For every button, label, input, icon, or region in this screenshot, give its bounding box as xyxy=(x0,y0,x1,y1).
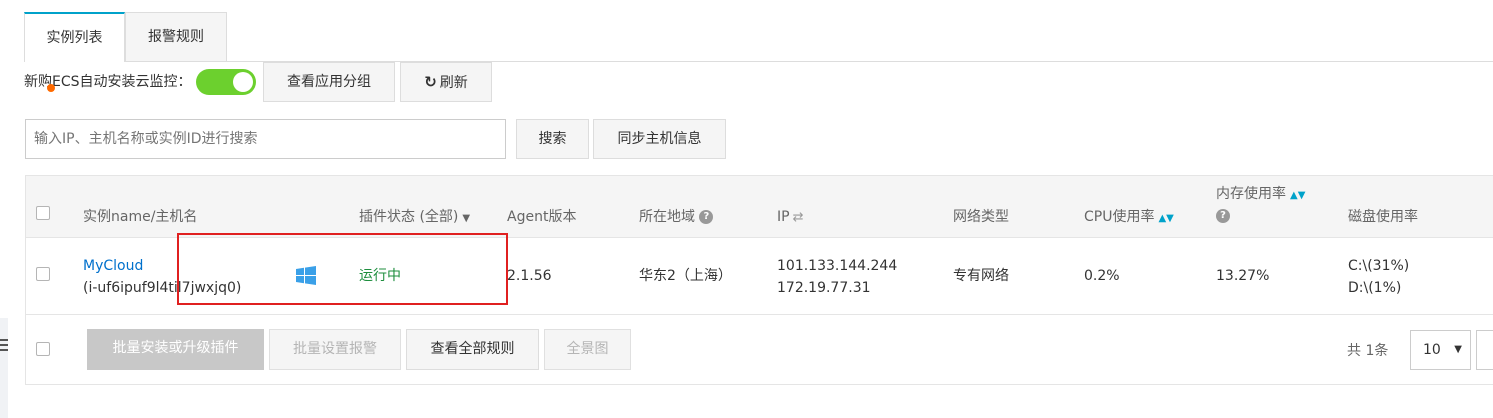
caret-down-icon: ▼ xyxy=(1454,344,1462,355)
row-divider xyxy=(26,314,1493,315)
new-badge-dot xyxy=(47,84,55,92)
tab-instance-list[interactable]: 实例列表 xyxy=(24,12,125,62)
total-count: 共 1条 xyxy=(1347,343,1389,359)
agent-version-value: 2.1.56 xyxy=(507,268,552,284)
disk-d: D:\(1%) xyxy=(1348,280,1402,296)
page-size-value: 10 xyxy=(1423,342,1441,358)
search-button[interactable]: 搜索 xyxy=(516,119,589,159)
pagination-next[interactable] xyxy=(1476,330,1493,370)
header-ip-label: IP xyxy=(777,209,790,225)
header-name: 实例name/主机名 xyxy=(83,209,198,225)
header-cpu-label: CPU使用率 xyxy=(1084,209,1155,225)
header-disk: 磁盘使用率 xyxy=(1348,209,1418,225)
highlight-box xyxy=(177,233,508,305)
header-agent-version: Agent版本 xyxy=(507,209,577,225)
header-region: 所在地域 ? xyxy=(639,208,714,226)
tab-bar-divider xyxy=(24,61,1493,62)
network-type-value: 专有网络 xyxy=(953,268,1009,284)
view-app-group-button[interactable]: 查看应用分组 xyxy=(263,62,395,102)
cpu-value: 0.2% xyxy=(1084,268,1120,284)
ip-cell: 101.133.144.244 172.19.77.31 xyxy=(777,255,897,299)
exchange-icon[interactable]: ⇄ xyxy=(793,210,804,225)
region-value: 华东2（上海） xyxy=(639,268,732,284)
caret-down-icon: ▼ xyxy=(462,213,471,224)
left-edge-panel xyxy=(0,318,8,418)
view-all-rules-button[interactable]: 查看全部规则 xyxy=(406,329,539,370)
search-input[interactable] xyxy=(25,119,506,159)
header-plugin-status-label: 插件状态 (全部) xyxy=(359,209,459,225)
select-all-checkbox[interactable] xyxy=(36,206,50,220)
header-plugin-status[interactable]: 插件状态 (全部) ▼ xyxy=(359,208,470,228)
sync-host-info-button[interactable]: 同步主机信息 xyxy=(593,119,726,159)
disk-cell: C:\(31%) D:\(1%) xyxy=(1348,255,1409,299)
header-cpu[interactable]: CPU使用率 ▲▼ xyxy=(1084,208,1174,228)
ip-private: 172.19.77.31 xyxy=(777,280,871,296)
sort-icon[interactable]: ▲▼ xyxy=(1290,190,1305,201)
header-memory-label: 内存使用率 xyxy=(1216,186,1286,202)
help-icon[interactable]: ? xyxy=(699,210,714,224)
batch-install-button[interactable]: 批量安装或升级插件 xyxy=(87,329,264,370)
header-network-type: 网络类型 xyxy=(953,209,1009,225)
refresh-button[interactable]: ↻ 刷新 xyxy=(400,62,492,102)
menu-icon[interactable] xyxy=(0,339,8,354)
row-checkbox[interactable] xyxy=(36,267,50,281)
help-icon[interactable]: ? xyxy=(1216,209,1230,223)
page-size-select[interactable]: 10 ▼ xyxy=(1410,330,1471,370)
panorama-button[interactable]: 全景图 xyxy=(544,329,631,370)
header-region-label: 所在地域 xyxy=(639,209,695,225)
tab-alarm-rules[interactable]: 报警规则 xyxy=(125,12,227,61)
disk-c: C:\(31%) xyxy=(1348,258,1410,274)
refresh-icon: ↻ xyxy=(424,73,437,91)
ip-public: 101.133.144.244 xyxy=(777,258,898,274)
footer-select-all-checkbox[interactable] xyxy=(36,342,50,356)
auto-install-toggle[interactable] xyxy=(196,69,256,95)
refresh-label: 刷新 xyxy=(439,75,468,91)
header-ip: IP ⇄ xyxy=(777,208,803,227)
toggle-knob xyxy=(233,72,253,92)
batch-alarm-button[interactable]: 批量设置报警 xyxy=(269,329,401,370)
memory-value: 13.27% xyxy=(1216,268,1270,284)
sort-icon[interactable]: ▲▼ xyxy=(1158,213,1173,224)
header-memory[interactable]: 内存使用率 ▲▼? xyxy=(1216,185,1305,223)
